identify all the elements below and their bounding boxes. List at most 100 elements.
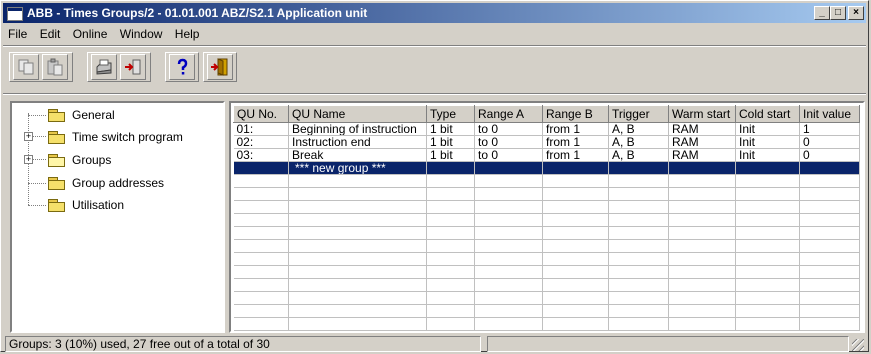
folder-icon bbox=[48, 176, 66, 190]
cell-warm-start[interactable]: RAM bbox=[668, 135, 736, 149]
help-icon bbox=[177, 58, 188, 75]
cell-init-value[interactable]: 1 bbox=[799, 122, 860, 136]
column-header-warm-start[interactable]: Warm start bbox=[668, 105, 736, 123]
cell-range-a[interactable]: to 0 bbox=[474, 122, 543, 136]
title-bar[interactable]: ABB - Times Groups/2 - 01.01.001 ABZ/S2.… bbox=[3, 3, 866, 23]
toolbar-group-help bbox=[165, 52, 199, 82]
menu-file[interactable]: File bbox=[3, 25, 31, 41]
cell-qu-no[interactable]: 02: bbox=[233, 135, 289, 149]
resize-grip-icon[interactable] bbox=[852, 339, 864, 351]
toolbar-group-exit bbox=[203, 52, 237, 82]
import-button[interactable] bbox=[120, 54, 146, 80]
table-cell[interactable] bbox=[608, 161, 669, 175]
column-header-init-value[interactable]: Init value bbox=[799, 105, 860, 123]
groups-grid: QU No. QU Name Type Range A Range B Trig… bbox=[233, 105, 860, 331]
cell-type[interactable]: 1 bit bbox=[426, 148, 475, 162]
cell-trigger[interactable]: A, B bbox=[608, 148, 669, 162]
table-cell[interactable] bbox=[668, 161, 736, 175]
empty-row[interactable] bbox=[233, 174, 860, 188]
cell-qu-name[interactable]: Break bbox=[288, 148, 427, 162]
tree-line bbox=[28, 205, 46, 206]
empty-row[interactable] bbox=[233, 317, 860, 331]
cell-warm-start[interactable]: RAM bbox=[668, 122, 736, 136]
cell-range-b[interactable]: from 1 bbox=[542, 135, 609, 149]
cell-qu-no[interactable]: 03: bbox=[233, 148, 289, 162]
cell-qu-no[interactable]: 01: bbox=[233, 122, 289, 136]
table-row[interactable]: 02: Instruction end 1 bit to 0 from 1 A,… bbox=[233, 135, 860, 149]
table-row[interactable]: 01: Beginning of instruction 1 bit to 0 … bbox=[233, 122, 860, 136]
empty-row[interactable] bbox=[233, 187, 860, 201]
table-cell[interactable] bbox=[799, 161, 860, 175]
cell-cold-start[interactable]: Init bbox=[735, 148, 800, 162]
cell-range-a[interactable]: to 0 bbox=[474, 148, 543, 162]
expand-icon[interactable]: + bbox=[24, 155, 33, 164]
table-cell[interactable] bbox=[233, 161, 289, 175]
tree-item-time-switch-program[interactable]: Time switch program bbox=[48, 127, 183, 147]
new-group-row[interactable]: *** new group *** bbox=[233, 161, 860, 175]
cell-type[interactable]: 1 bit bbox=[426, 135, 475, 149]
minimize-button[interactable]: _ bbox=[814, 6, 830, 20]
menu-online[interactable]: Online bbox=[68, 25, 112, 41]
column-header-qu-name[interactable]: QU Name bbox=[288, 105, 427, 123]
cell-qu-name[interactable]: Instruction end bbox=[288, 135, 427, 149]
help-button[interactable] bbox=[169, 54, 195, 80]
cell-type[interactable]: 1 bit bbox=[426, 122, 475, 136]
empty-row[interactable] bbox=[233, 291, 860, 305]
table-cell[interactable] bbox=[426, 161, 475, 175]
menu-window[interactable]: Window bbox=[115, 25, 167, 41]
new-group-label[interactable]: *** new group *** bbox=[288, 161, 427, 175]
paste-icon bbox=[47, 58, 63, 76]
empty-row[interactable] bbox=[233, 226, 860, 240]
empty-row[interactable] bbox=[233, 239, 860, 253]
maximize-button[interactable]: □ bbox=[830, 6, 846, 20]
expand-icon[interactable]: + bbox=[24, 132, 33, 141]
tree-item-utilisation[interactable]: Utilisation bbox=[48, 195, 124, 215]
cell-cold-start[interactable]: Init bbox=[735, 135, 800, 149]
empty-row[interactable] bbox=[233, 265, 860, 279]
exit-button[interactable] bbox=[207, 54, 233, 80]
empty-row[interactable] bbox=[233, 278, 860, 292]
table-row[interactable]: 03: Break 1 bit to 0 from 1 A, B RAM Ini… bbox=[233, 148, 860, 162]
empty-row[interactable] bbox=[233, 304, 860, 318]
empty-row[interactable] bbox=[233, 213, 860, 227]
paste-button[interactable] bbox=[42, 54, 68, 80]
navigation-tree: General + Time switch program + Groups G… bbox=[10, 101, 225, 333]
column-header-cold-start[interactable]: Cold start bbox=[735, 105, 800, 123]
cell-qu-name[interactable]: Beginning of instruction bbox=[288, 122, 427, 136]
folder-icon bbox=[48, 130, 66, 144]
cell-trigger[interactable]: A, B bbox=[608, 122, 669, 136]
cell-range-b[interactable]: from 1 bbox=[542, 122, 609, 136]
column-header-trigger[interactable]: Trigger bbox=[608, 105, 669, 123]
tree-item-label: Time switch program bbox=[72, 130, 183, 144]
tree-line bbox=[33, 136, 46, 137]
menu-edit[interactable]: Edit bbox=[35, 25, 65, 41]
menu-separator bbox=[3, 45, 866, 47]
empty-row[interactable] bbox=[233, 252, 860, 266]
tree-item-general[interactable]: General bbox=[48, 105, 115, 125]
tree-item-groups[interactable]: Groups bbox=[48, 150, 111, 170]
cell-trigger[interactable]: A, B bbox=[608, 135, 669, 149]
menu-help[interactable]: Help bbox=[170, 25, 204, 41]
open-folder-icon bbox=[48, 153, 66, 167]
cell-cold-start[interactable]: Init bbox=[735, 122, 800, 136]
tree-item-group-addresses[interactable]: Group addresses bbox=[48, 173, 164, 193]
table-cell[interactable] bbox=[474, 161, 543, 175]
print-button[interactable] bbox=[91, 54, 117, 80]
cell-range-a[interactable]: to 0 bbox=[474, 135, 543, 149]
cell-warm-start[interactable]: RAM bbox=[668, 148, 736, 162]
column-header-range-a[interactable]: Range A bbox=[474, 105, 543, 123]
cell-range-b[interactable]: from 1 bbox=[542, 148, 609, 162]
status-pane-empty bbox=[487, 336, 849, 352]
cell-init-value[interactable]: 0 bbox=[799, 148, 860, 162]
close-button[interactable]: × bbox=[848, 6, 864, 20]
cell-init-value[interactable]: 0 bbox=[799, 135, 860, 149]
empty-row[interactable] bbox=[233, 200, 860, 214]
table-cell[interactable] bbox=[542, 161, 609, 175]
window-title: ABB - Times Groups/2 - 01.01.001 ABZ/S2.… bbox=[27, 6, 368, 20]
column-header-qu-no[interactable]: QU No. bbox=[233, 105, 289, 123]
column-header-range-b[interactable]: Range B bbox=[542, 105, 609, 123]
copy-icon bbox=[18, 59, 34, 75]
column-header-type[interactable]: Type bbox=[426, 105, 475, 123]
table-cell[interactable] bbox=[735, 161, 800, 175]
copy-button[interactable] bbox=[13, 54, 39, 80]
